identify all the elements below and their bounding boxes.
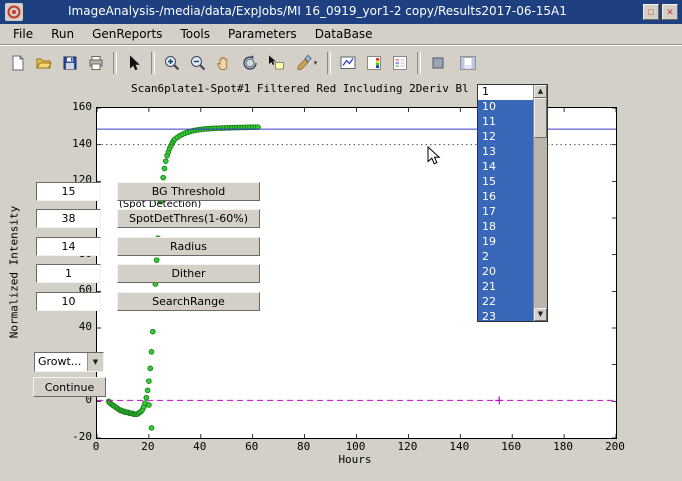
searchrange-field[interactable] <box>36 292 101 311</box>
searchrange-button[interactable]: SearchRange <box>117 292 260 311</box>
bg-threshold-field[interactable] <box>36 182 101 201</box>
continue-button[interactable]: Continue <box>33 377 106 397</box>
control-row: SpotDetThres(1-60%) <box>0 209 682 228</box>
spot-list-item-14[interactable]: 14 <box>478 160 533 175</box>
dither-button[interactable]: Dither <box>117 264 260 283</box>
pointer-tool-button[interactable] <box>121 50 147 76</box>
spotdetthres-field[interactable] <box>36 209 101 228</box>
pan-hand-icon <box>215 54 233 72</box>
hide-plot-tools-button[interactable] <box>425 50 451 76</box>
show-plot-tools-button[interactable] <box>451 50 485 76</box>
zoom-out-button[interactable] <box>185 50 211 76</box>
zoom-out-icon <box>189 54 207 72</box>
scroll-thumb[interactable] <box>534 98 547 138</box>
toolbar-separator <box>417 52 421 74</box>
new-figure-button[interactable] <box>5 50 31 76</box>
radius-field[interactable] <box>36 237 101 256</box>
bg-threshold-button[interactable]: BG Threshold <box>117 182 260 201</box>
spot-list-item-19[interactable]: 19 <box>478 235 533 250</box>
window-title: ImageAnalysis-/media/data/ExpJobs/MI 16_… <box>68 4 567 18</box>
brush-data-button[interactable]: ▾ <box>289 50 323 76</box>
control-row: Radius <box>0 237 682 256</box>
menu-parameters[interactable]: Parameters <box>219 25 306 43</box>
data-cursor-button[interactable] <box>263 50 289 76</box>
dropdown-arrow-icon[interactable]: ▼ <box>87 353 103 371</box>
spot-list-item-11[interactable]: 11 <box>478 115 533 130</box>
data-cursor-icon <box>267 54 285 72</box>
spot-list-item-16[interactable]: 16 <box>478 190 533 205</box>
spot-list-item-21[interactable]: 21 <box>478 280 533 295</box>
brush-icon <box>295 54 313 72</box>
insert-colorbar-button[interactable] <box>361 50 387 76</box>
spot-list-item-23[interactable]: 23 <box>478 310 533 321</box>
growth-mode-value: Growt... <box>35 353 87 371</box>
save-button[interactable] <box>57 50 83 76</box>
print-icon <box>87 54 105 72</box>
maximize-button[interactable]: □ <box>643 4 659 20</box>
link-plot-button[interactable] <box>335 50 361 76</box>
pan-tool-button[interactable] <box>211 50 237 76</box>
menu-database[interactable]: DataBase <box>306 25 382 43</box>
app-window: ImageAnalysis-/media/data/ExpJobs/MI 16_… <box>0 0 682 481</box>
insert-legend-icon <box>391 54 409 72</box>
new-figure-icon <box>9 54 27 72</box>
spot-list-item-2[interactable]: 2 <box>478 250 533 265</box>
spot-list-item-15[interactable]: 15 <box>478 175 533 190</box>
mouse-cursor <box>427 146 441 166</box>
app-icon[interactable] <box>5 3 23 21</box>
menu-bar: File Run GenReports Tools Parameters Dat… <box>0 24 682 45</box>
control-row: Dither <box>0 264 682 283</box>
spot-list-item-17[interactable]: 17 <box>478 205 533 220</box>
open-folder-icon <box>35 54 53 72</box>
spot-number-list: 110111213141516171819220212223 ▲ ▼ <box>477 84 548 322</box>
insert-legend-button[interactable] <box>387 50 413 76</box>
spot-list-item-22[interactable]: 22 <box>478 295 533 310</box>
spot-list-item-1[interactable]: 1 <box>478 85 533 100</box>
open-file-button[interactable] <box>31 50 57 76</box>
insert-colorbar-icon <box>365 54 383 72</box>
toolbar: ▾ <box>0 45 682 80</box>
scroll-down-button[interactable]: ▼ <box>534 308 547 321</box>
radius-button[interactable]: Radius <box>117 237 260 256</box>
menu-genreports[interactable]: GenReports <box>83 25 171 43</box>
brush-dropdown-caret-icon[interactable]: ▾ <box>314 59 318 67</box>
menu-run[interactable]: Run <box>42 25 83 43</box>
toolbar-separator <box>151 52 155 74</box>
link-plot-icon <box>339 54 357 72</box>
menu-file[interactable]: File <box>4 25 42 43</box>
control-row: SearchRange <box>0 292 682 311</box>
spot-list-item-13[interactable]: 13 <box>478 145 533 160</box>
growth-mode-dropdown[interactable]: Growt... ▼ <box>34 352 104 372</box>
show-plot-tools-icon <box>458 54 478 72</box>
spot-list-items: 110111213141516171819220212223 <box>478 85 533 321</box>
spotdetthres-button[interactable]: SpotDetThres(1-60%) <box>117 209 260 228</box>
rotate-3d-icon <box>241 54 259 72</box>
control-row: BG Threshold <box>0 182 682 201</box>
zoom-in-icon <box>163 54 181 72</box>
spot-list-item-10[interactable]: 10 <box>478 100 533 115</box>
close-button[interactable]: ✕ <box>662 4 678 20</box>
dither-field[interactable] <box>36 264 101 283</box>
toolbar-separator <box>113 52 117 74</box>
save-icon <box>61 54 79 72</box>
zoom-in-button[interactable] <box>159 50 185 76</box>
scroll-up-button[interactable]: ▲ <box>534 85 547 98</box>
spot-list-item-18[interactable]: 18 <box>478 220 533 235</box>
rotate-3d-button[interactable] <box>237 50 263 76</box>
spot-list-scrollbar[interactable]: ▲ ▼ <box>533 85 547 321</box>
title-bar: ImageAnalysis-/media/data/ExpJobs/MI 16_… <box>0 0 682 24</box>
spot-list-item-12[interactable]: 12 <box>478 130 533 145</box>
hide-plot-tools-icon <box>429 54 447 72</box>
print-button[interactable] <box>83 50 109 76</box>
spot-list-item-20[interactable]: 20 <box>478 265 533 280</box>
menu-tools[interactable]: Tools <box>171 25 219 43</box>
spot-detection-caption: (Spot Detection) <box>119 201 239 208</box>
toolbar-separator <box>327 52 331 74</box>
pointer-icon <box>125 54 143 72</box>
